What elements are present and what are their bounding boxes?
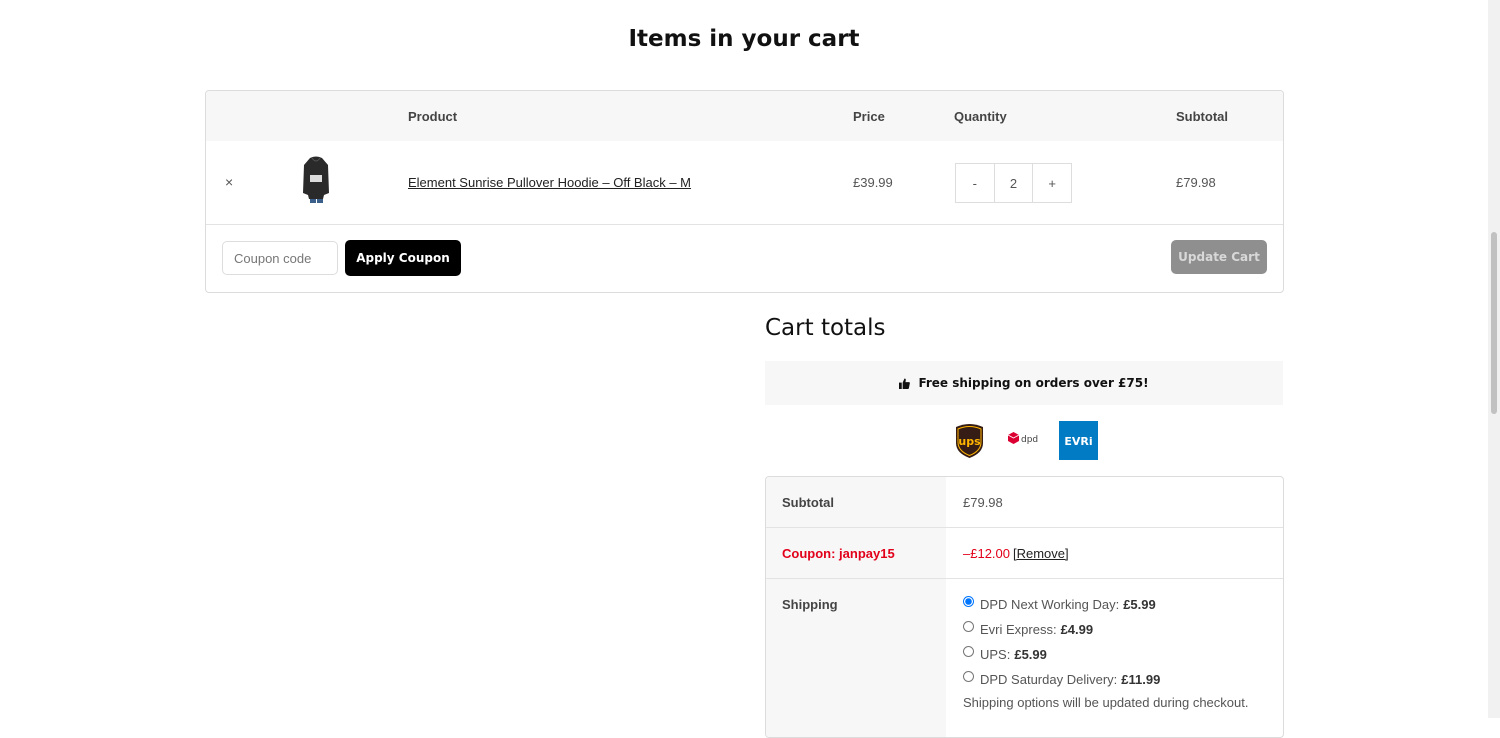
shipping-option-dpd-saturday[interactable]: DPD Saturday Delivery: £11.99: [961, 671, 1160, 687]
subtotal-value: £79.98: [963, 495, 1003, 510]
shipping-option-ups[interactable]: UPS: £5.99: [961, 646, 1047, 662]
dpd-logo: dpd: [1007, 432, 1038, 445]
scrollbar-thumb[interactable]: [1491, 232, 1497, 414]
evri-logo-text: EVRi: [1064, 435, 1092, 448]
shipping-note: Shipping options will be updated during …: [963, 695, 1249, 710]
ups-logo-text: ups: [958, 435, 981, 448]
update-cart-button[interactable]: Update Cart: [1171, 240, 1267, 274]
shipping-label: Shipping: [782, 597, 838, 612]
dpd-logo-text: dpd: [1021, 435, 1038, 445]
coupon-code-input[interactable]: [222, 241, 338, 275]
coupon-value: –£12.00 [Remove]: [963, 546, 1069, 561]
item-subtotal: £79.98: [1176, 175, 1216, 190]
ups-logo: ups: [956, 424, 983, 458]
subtotal-label: Subtotal: [782, 495, 834, 510]
thumbs-up-icon: [899, 377, 911, 389]
cart-totals-table: Subtotal £79.98 Coupon: janpay15 –£12.00…: [765, 476, 1284, 738]
free-shipping-text: Free shipping on orders over £75!: [918, 376, 1149, 390]
header-subtotal: Subtotal: [1176, 109, 1228, 124]
header-quantity: Quantity: [954, 109, 1007, 124]
coupon-discount: –£12.00: [963, 546, 1010, 561]
quantity-input[interactable]: 2: [995, 164, 1034, 202]
item-price: £39.99: [853, 175, 893, 190]
cart-item-row: × Element Sunrise Pullover Hoodie – Off …: [206, 141, 1283, 225]
hoodie-image[interactable]: [302, 155, 330, 203]
cart-totals-title: Cart totals: [765, 315, 886, 341]
page-title: Items in your cart: [628, 26, 860, 52]
quantity-decrease-button[interactable]: -: [956, 164, 995, 202]
quantity-increase-button[interactable]: +: [1033, 164, 1071, 202]
product-link[interactable]: Element Sunrise Pullover Hoodie – Off Bl…: [408, 175, 691, 190]
shipping-option-evri-express[interactable]: Evri Express: £4.99: [961, 621, 1093, 637]
shipping-radio-dpd-next-day[interactable]: [963, 596, 974, 607]
shipping-radio-dpd-saturday[interactable]: [963, 671, 974, 682]
shipping-radio-ups[interactable]: [963, 646, 974, 657]
shipping-radio-evri-express[interactable]: [963, 621, 974, 632]
free-shipping-banner: Free shipping on orders over £75!: [765, 361, 1283, 405]
cart-table-header: Product Price Quantity Subtotal: [206, 91, 1283, 141]
cart-table: Product Price Quantity Subtotal × Elemen…: [205, 90, 1284, 293]
remove-coupon-link[interactable]: [Remove]: [1013, 546, 1069, 561]
coupon-label: Coupon: janpay15: [782, 546, 895, 561]
remove-item-button[interactable]: ×: [225, 174, 233, 190]
apply-coupon-button[interactable]: Apply Coupon: [345, 240, 461, 276]
quantity-stepper: - 2 +: [955, 163, 1072, 203]
evri-logo: EVRi: [1059, 421, 1098, 460]
header-price: Price: [853, 109, 885, 124]
page-scrollbar[interactable]: [1488, 0, 1500, 718]
shipping-option-dpd-next-day[interactable]: DPD Next Working Day: £5.99: [961, 596, 1156, 612]
header-product: Product: [408, 109, 458, 124]
